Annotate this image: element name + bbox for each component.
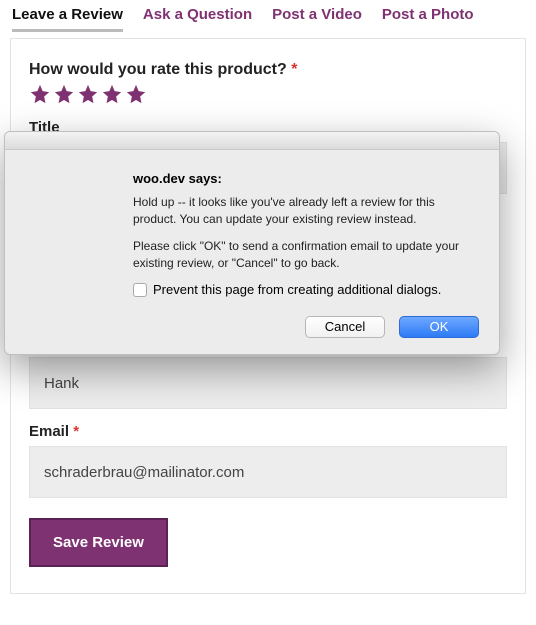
prevent-dialogs-label: Prevent this page from creating addition…	[153, 281, 441, 299]
dialog-source: woo.dev says:	[133, 170, 471, 188]
rate-question: How would you rate this product? *	[29, 61, 507, 79]
star-icon[interactable]	[101, 83, 123, 105]
dialog-body: woo.dev says: Hold up -- it looks like y…	[5, 150, 499, 316]
star-icon[interactable]	[77, 83, 99, 105]
js-alert-dialog: woo.dev says: Hold up -- it looks like y…	[4, 131, 500, 355]
required-mark: *	[291, 61, 297, 78]
prevent-dialogs-row[interactable]: Prevent this page from creating addition…	[133, 281, 471, 299]
tab-leave-review[interactable]: Leave a Review	[12, 6, 123, 32]
dialog-message-2: Please click "OK" to send a confirmation…	[133, 238, 471, 272]
star-icon[interactable]	[125, 83, 147, 105]
dialog-message-1: Hold up -- it looks like you've already …	[133, 194, 471, 228]
rate-question-text: How would you rate this product?	[29, 61, 287, 78]
tab-ask-question[interactable]: Ask a Question	[143, 6, 252, 32]
dialog-titlebar	[5, 132, 499, 150]
required-mark: *	[73, 423, 79, 440]
star-icon[interactable]	[53, 83, 75, 105]
cancel-button[interactable]: Cancel	[305, 316, 385, 338]
prevent-dialogs-checkbox[interactable]	[133, 283, 147, 297]
star-rating[interactable]	[29, 83, 507, 105]
tab-post-photo[interactable]: Post a Photo	[382, 6, 474, 32]
dialog-buttons: Cancel OK	[5, 316, 499, 354]
name-input[interactable]	[29, 357, 507, 409]
save-review-button[interactable]: Save Review	[29, 518, 168, 567]
tabs-bar: Leave a Review Ask a Question Post a Vid…	[0, 0, 536, 32]
email-label: Email *	[29, 423, 507, 440]
ok-button[interactable]: OK	[399, 316, 479, 338]
tab-post-video[interactable]: Post a Video	[272, 6, 362, 32]
star-icon[interactable]	[29, 83, 51, 105]
email-input[interactable]	[29, 446, 507, 498]
